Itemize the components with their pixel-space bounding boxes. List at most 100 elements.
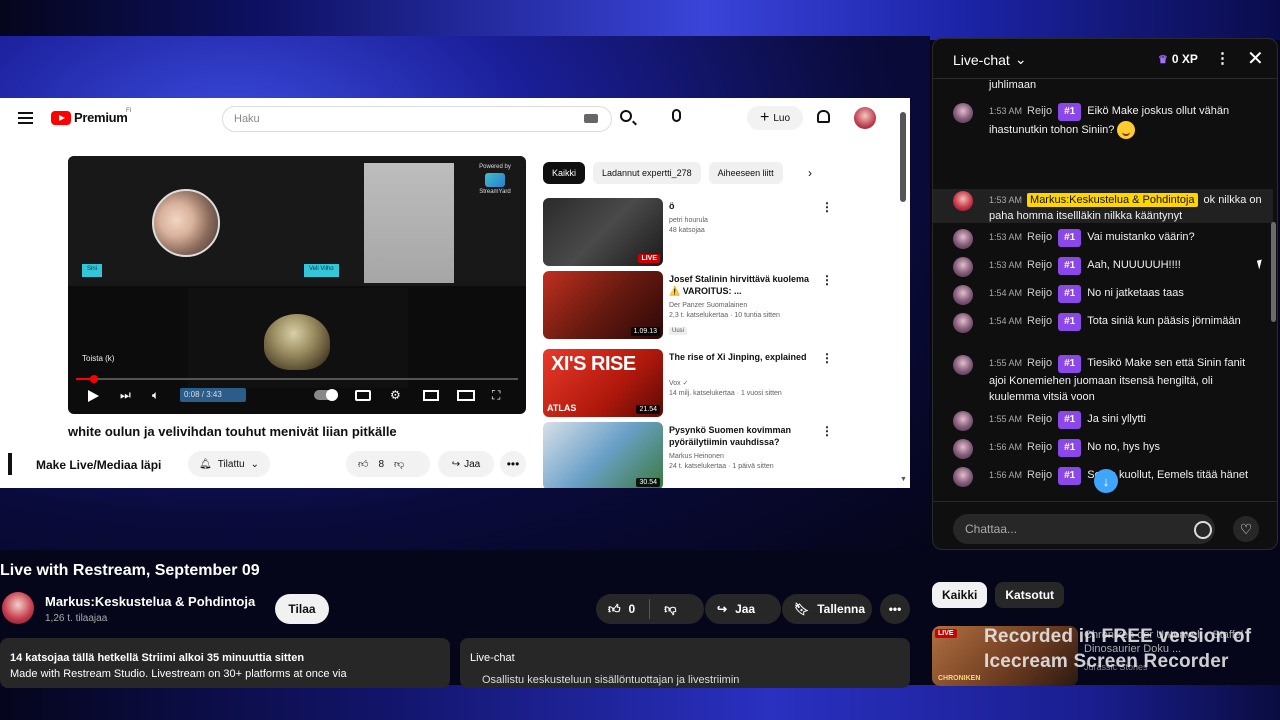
chat-mode-dropdown[interactable]: Live-chat ⌄: [953, 51, 1027, 68]
more-actions-button[interactable]: •••: [880, 594, 910, 624]
streamyard-logo-icon: [485, 173, 505, 187]
menu-icon[interactable]: [18, 112, 33, 124]
recommendation-thumbnail[interactable]: LIVE: [543, 198, 663, 266]
search-icon[interactable]: [620, 110, 632, 122]
author-name[interactable]: Reijo: [1027, 231, 1052, 243]
miniplayer-icon[interactable]: [423, 390, 439, 401]
chip-2[interactable]: Aiheeseen liitt: [708, 162, 783, 184]
share-button[interactable]: ↪ Jaa: [705, 594, 781, 624]
author-name[interactable]: Reijo: [1027, 315, 1052, 327]
play-icon[interactable]: [88, 390, 99, 402]
recommendation-item[interactable]: LIVE ö petri hourula 48 katsojaa ⋮: [543, 198, 883, 266]
recommendation-item[interactable]: XI'S RISE ATLAS 21.54 The rise of Xi Jinpin…: [543, 349, 883, 417]
thumbs-down-icon[interactable]: 👎︎: [664, 602, 676, 617]
author-name[interactable]: Reijo: [1027, 259, 1052, 271]
heart-icon[interactable]: ♡: [1233, 516, 1259, 542]
embedded-scrollbar[interactable]: [900, 112, 906, 202]
recommendation-title[interactable]: ö: [669, 200, 817, 212]
progress-handle[interactable]: [89, 375, 98, 383]
recommendation-title[interactable]: Pysynkö Suomen kovimman pyöräilytiimin v…: [669, 424, 817, 448]
close-icon[interactable]: ✕: [1247, 46, 1264, 71]
subscribe-button[interactable]: Tilaa: [275, 594, 329, 624]
channel-avatar[interactable]: [8, 453, 12, 475]
volume-icon[interactable]: 🔈︎: [152, 388, 159, 403]
author-name[interactable]: Reijo: [1027, 441, 1052, 453]
owner-name[interactable]: Markus:Keskustelua & Pohdintoja: [45, 594, 255, 609]
chat-scrollbar[interactable]: [1271, 222, 1276, 322]
filter-chip-1[interactable]: Katsotut: [995, 582, 1065, 608]
captions-icon[interactable]: [355, 390, 371, 401]
mic-icon[interactable]: [672, 109, 681, 122]
author-name[interactable]: Markus:Keskustelua & Pohdintoja: [1027, 193, 1198, 207]
author-avatar[interactable]: [953, 103, 973, 123]
video-player[interactable]: Sini Veli Vilho Powered by StreamYard To…: [68, 156, 526, 414]
description-box[interactable]: 14 katsojaa tällä hetkellä Striimi alkoi…: [0, 638, 450, 688]
author-avatar[interactable]: [953, 313, 973, 333]
like-dislike-group[interactable]: 👍︎ 8 👎︎: [346, 451, 430, 477]
gear-icon[interactable]: ⚙: [390, 388, 401, 402]
author-avatar[interactable]: [953, 257, 973, 277]
keyboard-icon[interactable]: [584, 114, 598, 123]
author-name[interactable]: Reijo: [1027, 357, 1052, 369]
chat-input[interactable]: Chattaa...: [953, 514, 1215, 544]
chip-1[interactable]: Ladannut expertti_278: [593, 162, 701, 184]
owner-avatar[interactable]: [2, 592, 34, 624]
emoji-icon[interactable]: [1194, 521, 1212, 539]
thumbs-up-icon[interactable]: 👍︎: [358, 458, 368, 470]
chat-message-list[interactable]: juhlimaan 1:53 AM Reijo #1 Eikö Make joskus …: [933, 79, 1273, 499]
live-chat-teaser[interactable]: Live-chat Osallistu keskusteluun sisällö…: [460, 638, 910, 688]
more-actions-button[interactable]: •••: [500, 451, 526, 477]
kebab-menu-icon[interactable]: ⋮: [821, 424, 833, 438]
chevron-right-icon[interactable]: ›: [808, 166, 812, 180]
author-name[interactable]: Reijo: [1027, 469, 1052, 481]
recommendation-item[interactable]: 1.09.13 Josef Stalinin hirvittävä kuolema…: [543, 271, 883, 339]
author-avatar[interactable]: [953, 467, 973, 487]
channel-name[interactable]: Make Live/Mediaa läpi: [36, 458, 161, 472]
thumbs-down-icon[interactable]: 👎︎: [394, 458, 404, 470]
author-avatar[interactable]: [953, 229, 973, 249]
recommendation-thumbnail[interactable]: 1.09.13: [543, 271, 663, 339]
author-avatar[interactable]: [953, 439, 973, 459]
author-name[interactable]: Reijo: [1027, 105, 1052, 117]
message-time: 1:55 AM: [989, 414, 1023, 424]
save-button[interactable]: 🔖︎ Tallenna: [782, 594, 872, 624]
jump-to-latest-button[interactable]: ↓: [1094, 469, 1118, 493]
youtube-play-logo-icon: [51, 110, 71, 125]
recommendation-meta: 48 katsojaa: [669, 227, 705, 234]
account-avatar[interactable]: [854, 107, 876, 129]
recommendation-thumbnail[interactable]: XI'S RISE ATLAS 21.54: [543, 349, 663, 417]
chevron-down-icon: ⌄: [1014, 51, 1027, 67]
kebab-menu-icon[interactable]: ⋮: [821, 273, 833, 287]
bell-icon[interactable]: [817, 110, 830, 123]
recommendation-title[interactable]: The rise of Xi Jinping, explained: [669, 351, 817, 363]
author-name[interactable]: Reijo: [1027, 287, 1052, 299]
theater-icon[interactable]: [457, 390, 475, 401]
kebab-menu-icon[interactable]: ⋮: [821, 200, 833, 214]
next-icon[interactable]: ⏭: [120, 388, 131, 403]
filter-chip-0[interactable]: Kaikki: [932, 582, 988, 608]
kebab-menu-icon[interactable]: ⋮: [821, 351, 833, 365]
recommendation-title[interactable]: Josef Stalinin hirvittävä kuolema ⚠️ VAR…: [669, 273, 817, 297]
xp-badge[interactable]: ♛ 0 XP: [1153, 49, 1203, 69]
chip-0[interactable]: Kaikki: [543, 162, 586, 184]
thumbs-up-icon[interactable]: 👍︎: [608, 602, 621, 617]
subscribed-button[interactable]: 🔔︎ Tilattu ⌄: [188, 451, 270, 477]
author-avatar[interactable]: [953, 411, 973, 431]
author-avatar[interactable]: [953, 355, 973, 375]
create-button[interactable]: + Luo: [747, 106, 803, 130]
search-input[interactable]: Haku: [222, 106, 612, 132]
kebab-menu-icon[interactable]: ⋮: [1215, 49, 1230, 67]
author-avatar[interactable]: [953, 191, 973, 211]
recommendation-item[interactable]: 30.54 Pysynkö Suomen kovimman pyöräilytii…: [543, 422, 883, 488]
autoplay-toggle-icon[interactable]: [314, 389, 338, 401]
fullscreen-icon[interactable]: ⛶: [492, 388, 500, 403]
scroll-down-arrow-icon[interactable]: ▼: [900, 476, 907, 483]
author-name[interactable]: Reijo: [1027, 413, 1052, 425]
side-filter-chips: Kaikki Katsotut: [932, 582, 1065, 608]
recommendation-thumbnail[interactable]: 30.54: [543, 422, 663, 488]
youtube-premium-logo[interactable]: Premium: [51, 110, 128, 125]
author-avatar[interactable]: [953, 285, 973, 305]
like-dislike-group[interactable]: 👍︎ 0 👎︎: [596, 594, 704, 624]
share-button[interactable]: ↪ Jaa: [438, 451, 494, 477]
progress-bar[interactable]: [76, 375, 518, 383]
